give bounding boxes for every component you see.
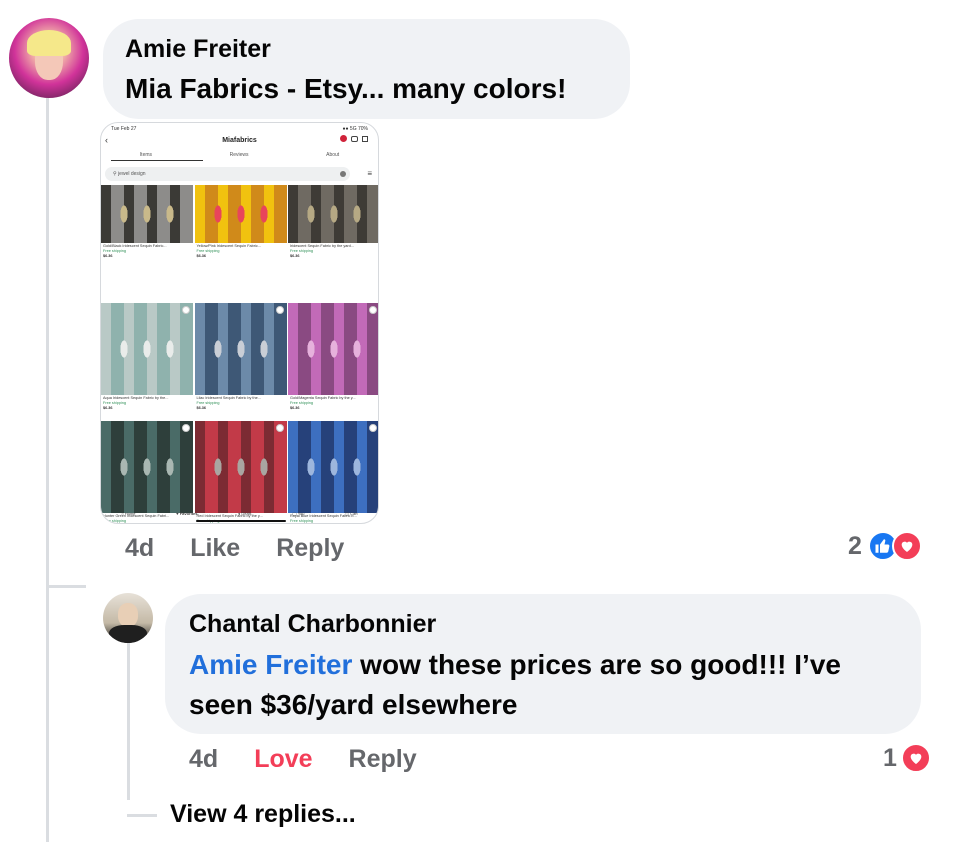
reply-reactions[interactable]: 1 bbox=[883, 743, 931, 773]
view-replies-link[interactable]: View 4 replies... bbox=[170, 800, 356, 829]
search-query: jewel design bbox=[118, 171, 146, 177]
status-time: Tue Feb 27 bbox=[111, 126, 137, 132]
product-card: Gold/Black Iridescent Sequin Fabric... Fr… bbox=[101, 185, 193, 303]
product-card: Gold/Magenta Sequin Fabric by the y... Fr… bbox=[288, 303, 378, 421]
product-card: Iridescent Sequin Fabric by the yard... F… bbox=[288, 185, 378, 303]
product-price: $6.36 bbox=[103, 254, 113, 258]
status-indicators: ●● 5G 70% bbox=[342, 126, 369, 132]
reply-author[interactable]: Chantal Charbonnier bbox=[189, 610, 436, 639]
shop-search-field: ⚲ jewel design bbox=[105, 167, 350, 181]
header-icons bbox=[340, 135, 368, 142]
nav-you: ◯ You bbox=[292, 510, 305, 516]
tab-reviews: Reviews bbox=[229, 152, 249, 158]
comment-actions: 4d Like Reply bbox=[125, 534, 344, 563]
product-price: $6.36 bbox=[290, 254, 300, 258]
avatar[interactable] bbox=[9, 18, 89, 98]
camera-icon bbox=[340, 171, 346, 177]
share-icon bbox=[362, 135, 368, 142]
product-price: $6.36 bbox=[196, 254, 207, 258]
heart-icon bbox=[891, 531, 922, 561]
nav-favorites: ♥ Favorites bbox=[176, 510, 198, 516]
reply-button[interactable]: Reply bbox=[276, 534, 344, 563]
favorite-toggle-icon bbox=[369, 306, 377, 314]
reply-bubble: Chantal Charbonnier Amie Freiter wow the… bbox=[165, 594, 921, 734]
comment-author[interactable]: Amie Freiter bbox=[125, 35, 271, 64]
product-image bbox=[194, 421, 287, 513]
product-image bbox=[194, 185, 287, 243]
tab-about: About bbox=[326, 152, 340, 158]
nav-home: ⌂ Home bbox=[121, 510, 136, 516]
message-icon bbox=[351, 135, 358, 142]
bottom-nav: ⌂ Home ♥ Favorites ♦ Deals ◯ You ◫ Cart bbox=[101, 507, 378, 519]
reply-text: Amie Freiter wow these prices are so goo… bbox=[189, 645, 909, 725]
product-caption: Lilac Iridescent Sequin Fabric by the...… bbox=[195, 395, 287, 411]
product-image bbox=[101, 303, 193, 395]
shop-tabs: Items Reviews About bbox=[101, 152, 378, 158]
nav-deals: ♦ Deals bbox=[238, 510, 252, 516]
reply-avatar[interactable] bbox=[103, 593, 153, 643]
product-shipping: Free shipping bbox=[290, 519, 314, 523]
product-price: $6.36 bbox=[290, 406, 300, 410]
reply-time[interactable]: 4d bbox=[189, 745, 218, 774]
home-indicator bbox=[196, 520, 286, 522]
heart-icon bbox=[900, 743, 931, 773]
favorite-heart-icon bbox=[340, 135, 347, 142]
reply-reaction-count: 1 bbox=[883, 743, 897, 772]
comment-time[interactable]: 4d bbox=[125, 534, 154, 563]
product-image bbox=[288, 185, 378, 243]
love-button[interactable]: Love bbox=[254, 745, 312, 774]
like-button[interactable]: Like bbox=[190, 534, 240, 563]
reply-actions: 4d Love Reply bbox=[189, 745, 417, 774]
filter-icon: ≡ bbox=[367, 169, 372, 178]
reply-reply-button[interactable]: Reply bbox=[349, 745, 417, 774]
reply-avatar-face bbox=[118, 603, 138, 627]
thread-line-branch bbox=[46, 585, 86, 588]
thread-line-reply bbox=[127, 640, 130, 800]
thread-line-reply-branch bbox=[127, 814, 157, 817]
favorite-toggle-icon bbox=[275, 424, 284, 432]
thread-line-main bbox=[46, 96, 49, 842]
shop-name: Miafabrics bbox=[222, 137, 257, 144]
product-price: $6.36 bbox=[196, 406, 207, 410]
favorite-toggle-icon bbox=[369, 424, 377, 432]
product-caption: Iridescent Sequin Fabric by the yard... F… bbox=[288, 243, 378, 259]
product-caption: Gold/Magenta Sequin Fabric by the y... Fr… bbox=[288, 395, 378, 411]
product-card: Lilac Iridescent Sequin Fabric by the...… bbox=[194, 303, 287, 421]
reaction-count: 2 bbox=[848, 531, 862, 560]
comment-reactions[interactable]: 2 bbox=[848, 531, 922, 561]
nav-cart: ◫ Cart bbox=[345, 510, 358, 516]
product-image bbox=[101, 185, 193, 243]
product-caption: Gold/Black Iridescent Sequin Fabric... Fr… bbox=[101, 243, 193, 259]
product-caption: Aqua Iridescent Sequin Fabric by the... F… bbox=[101, 395, 193, 411]
comment-bubble: Amie Freiter Mia Fabrics - Etsy... many … bbox=[103, 19, 630, 119]
product-card: Aqua Iridescent Sequin Fabric by the... F… bbox=[101, 303, 193, 421]
product-shipping: Free shipping bbox=[103, 519, 127, 523]
tab-items: Items bbox=[139, 152, 153, 158]
favorite-toggle-icon bbox=[182, 306, 190, 314]
attachment-image[interactable]: Tue Feb 27 ●● 5G 70% ‹ Miafabrics Items … bbox=[100, 122, 379, 524]
product-card: Yellow/Pink Iridescent Sequin Fabric... F… bbox=[194, 185, 287, 303]
product-price: $6.36 bbox=[103, 406, 113, 410]
favorite-toggle-icon bbox=[182, 424, 190, 432]
comment-text: Mia Fabrics - Etsy... many colors! bbox=[125, 73, 567, 104]
product-image bbox=[288, 303, 378, 395]
reply-mention[interactable]: Amie Freiter bbox=[189, 649, 352, 680]
product-caption: Yellow/Pink Iridescent Sequin Fabric... F… bbox=[195, 243, 287, 259]
favorite-toggle-icon bbox=[275, 306, 284, 314]
product-image bbox=[194, 303, 287, 395]
avatar-hair bbox=[27, 30, 71, 56]
product-image bbox=[288, 421, 378, 513]
product-image bbox=[101, 421, 193, 513]
product-grid: Gold/Black Iridescent Sequin Fabric... Fr… bbox=[101, 185, 378, 523]
active-tab-underline bbox=[111, 160, 203, 161]
reply-avatar-shirt bbox=[109, 625, 147, 643]
